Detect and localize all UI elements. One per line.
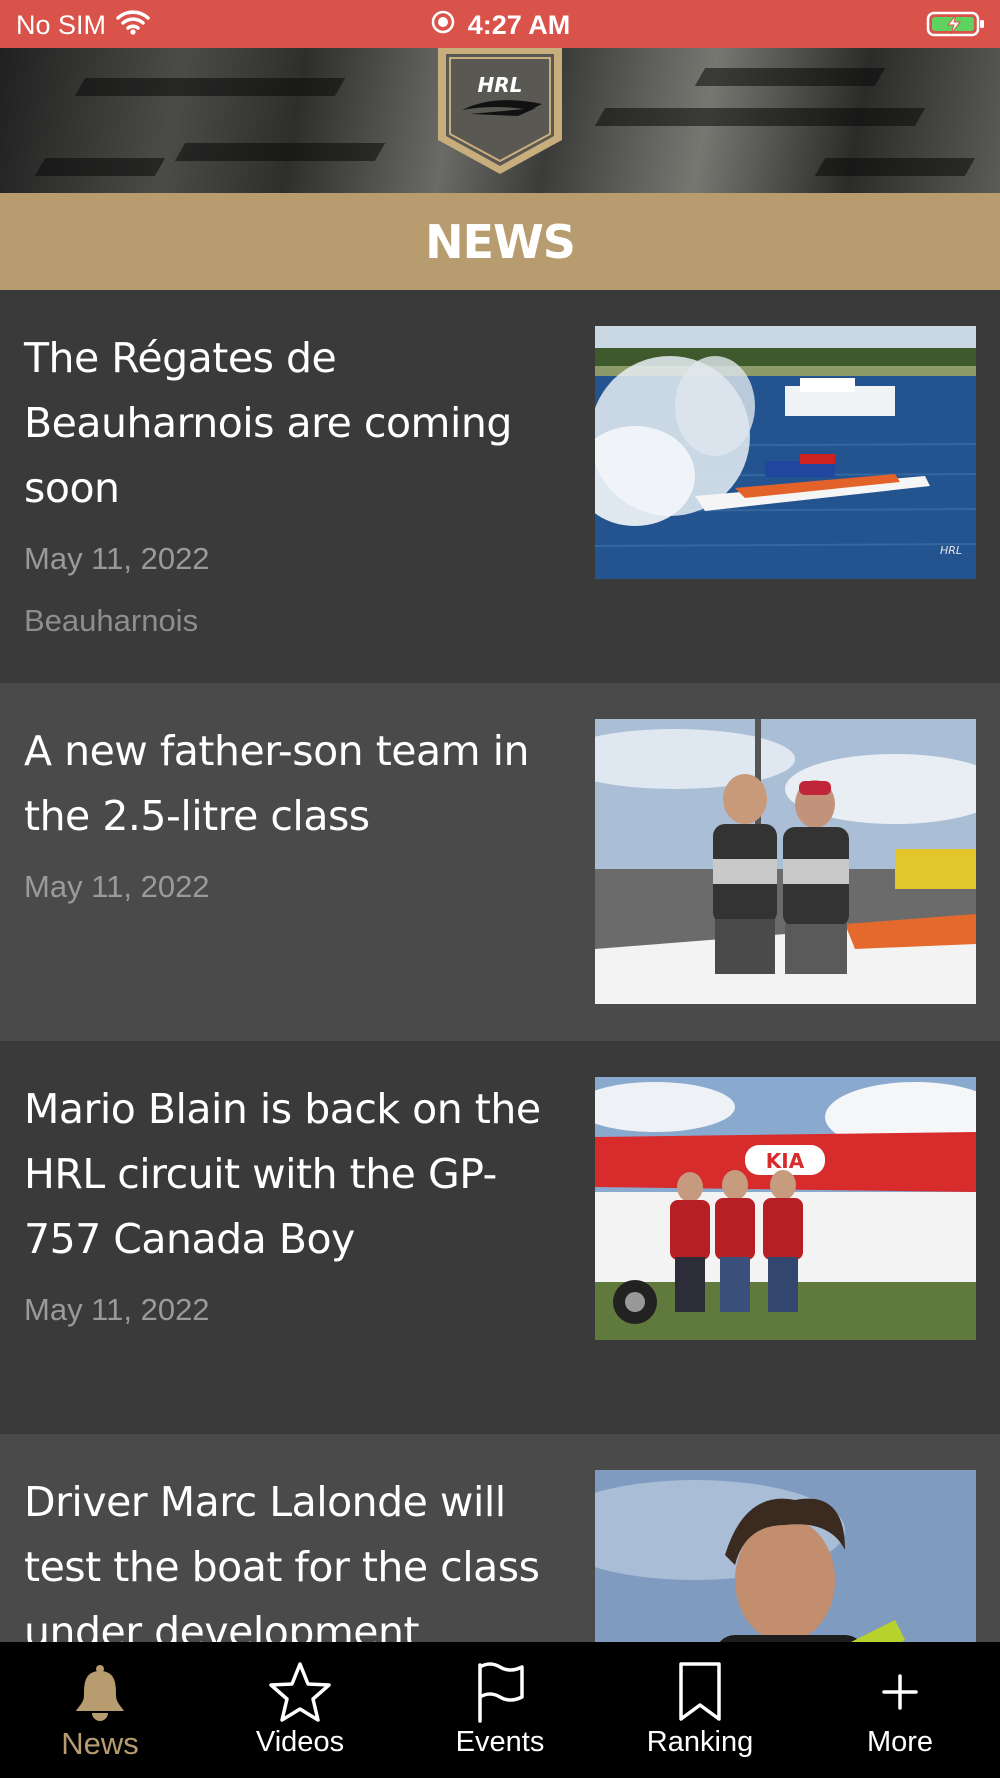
news-item[interactable]: Mario Blain is back on the HRL circuit w… (0, 1041, 1000, 1434)
flag-icon (465, 1660, 535, 1724)
battery-icon (926, 11, 986, 44)
orientation-lock-icon (430, 9, 456, 42)
news-title: The Régates de Beauharnois are coming so… (24, 334, 512, 512)
bell-icon (65, 1660, 135, 1724)
plus-icon (865, 1660, 935, 1724)
svg-text:KIA: KIA (766, 1149, 805, 1173)
status-time: 4:27 AM (467, 10, 571, 40)
news-title: Driver Marc Lalonde will test the boat f… (24, 1478, 540, 1642)
star-icon (265, 1660, 335, 1724)
tab-news[interactable]: News (0, 1642, 200, 1778)
news-date: May 11, 2022 (24, 869, 210, 904)
news-date: May 11, 2022 (24, 1292, 210, 1327)
bookmark-icon (665, 1660, 735, 1724)
tab-label: News (61, 1726, 139, 1761)
status-bar: No SIM 4:27 AM (0, 0, 1000, 48)
svg-text:HRL: HRL (940, 544, 962, 557)
news-title: A new father-son team in the 2.5-litre c… (24, 727, 529, 840)
tab-ranking[interactable]: Ranking (600, 1642, 800, 1778)
tab-label: Ranking (646, 1726, 754, 1758)
page-title: NEWS (425, 214, 576, 269)
tab-videos[interactable]: Videos (200, 1642, 400, 1778)
tab-label: Events (455, 1726, 545, 1758)
news-thumbnail (595, 1470, 976, 1642)
tab-events[interactable]: Events (400, 1642, 600, 1778)
tab-label: Videos (255, 1726, 345, 1758)
tab-label: More (866, 1726, 934, 1758)
news-thumbnail: KIA (595, 1077, 976, 1340)
news-item[interactable]: The Régates de Beauharnois are coming so… (0, 290, 1000, 683)
news-title: Mario Blain is back on the HRL circuit w… (24, 1085, 541, 1263)
news-date: May 11, 2022 (24, 541, 210, 576)
section-title-bar: NEWS (0, 193, 1000, 290)
news-list[interactable]: The Régates de Beauharnois are coming so… (0, 290, 1000, 1642)
news-thumbnail (595, 719, 976, 1004)
news-item[interactable]: A new father-son team in the 2.5-litre c… (0, 683, 1000, 1041)
svg-text:HRL: HRL (478, 73, 523, 97)
news-location-tag: Beauharnois (24, 603, 199, 638)
hrl-logo[interactable]: HRL (434, 48, 566, 176)
tab-bar: News Videos Events Ranking More (0, 1642, 1000, 1778)
tab-more[interactable]: More (800, 1642, 1000, 1778)
news-item[interactable]: Driver Marc Lalonde will test the boat f… (0, 1434, 1000, 1642)
news-thumbnail: HRL (595, 326, 976, 579)
